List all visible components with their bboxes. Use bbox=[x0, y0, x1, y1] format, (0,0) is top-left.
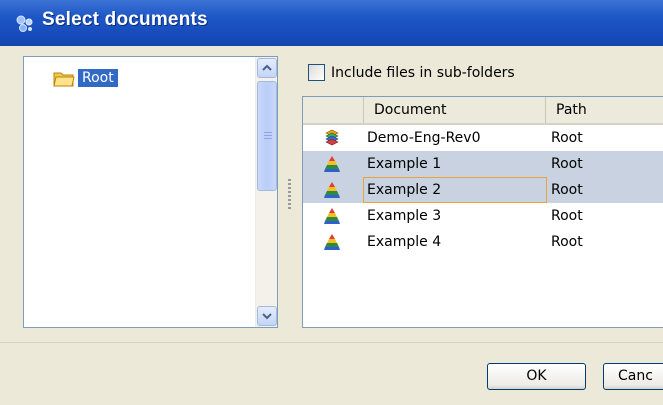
folder-tree[interactable]: Root bbox=[23, 56, 278, 328]
include-subfolders-label: Include files in sub-folders bbox=[331, 64, 515, 81]
table-row[interactable]: Example 4 Root bbox=[303, 229, 663, 255]
document-name: Example 3 bbox=[367, 208, 442, 224]
title-bar[interactable]: Select documents bbox=[0, 0, 663, 46]
grip-icon bbox=[264, 132, 272, 141]
tree-item-label: Root bbox=[78, 69, 118, 87]
table-row[interactable]: Demo-Eng-Rev0 Root bbox=[303, 125, 663, 151]
cancel-button[interactable]: Canc bbox=[603, 363, 663, 390]
table-row[interactable]: Example 1 Root bbox=[303, 151, 663, 177]
gear-cluster-icon bbox=[16, 15, 33, 32]
column-header-icon[interactable] bbox=[303, 97, 363, 123]
documents-table[interactable]: Document Path Demo-Eng-Rev0 Root Example… bbox=[302, 96, 663, 328]
panel-splitter[interactable] bbox=[288, 179, 291, 209]
window-title: Select documents bbox=[42, 9, 208, 30]
dialog-body: Root Include files in sub-folders Docume… bbox=[0, 46, 663, 405]
column-header-path[interactable]: Path bbox=[545, 97, 663, 123]
scroll-thumb[interactable] bbox=[257, 81, 277, 191]
document-path: Root bbox=[551, 130, 583, 146]
document-path: Root bbox=[551, 234, 583, 250]
document-name: Example 2 bbox=[367, 182, 442, 198]
document-path: Root bbox=[551, 156, 583, 172]
scroll-down-button[interactable] bbox=[257, 306, 277, 326]
document-path: Root bbox=[551, 182, 583, 198]
pyramid-document-icon bbox=[324, 156, 340, 172]
button-bar: OK Canc bbox=[0, 342, 663, 405]
scroll-up-button[interactable] bbox=[257, 58, 277, 78]
tree-scrollbar[interactable] bbox=[255, 57, 277, 327]
tree-item-root[interactable]: Root bbox=[53, 67, 118, 89]
ok-button[interactable]: OK bbox=[487, 363, 586, 390]
document-name: Demo-Eng-Rev0 bbox=[367, 130, 481, 146]
stack-document-icon bbox=[325, 129, 339, 146]
document-path: Root bbox=[551, 208, 583, 224]
chevron-up-icon bbox=[262, 64, 272, 71]
document-name: Example 1 bbox=[367, 156, 442, 172]
table-row[interactable]: Example 3 Root bbox=[303, 203, 663, 229]
folder-icon bbox=[53, 72, 75, 87]
pyramid-document-icon bbox=[324, 234, 340, 250]
table-row[interactable]: Example 2 Root bbox=[303, 177, 663, 203]
pyramid-document-icon bbox=[324, 182, 340, 198]
column-header-document[interactable]: Document bbox=[363, 97, 545, 123]
chevron-down-icon bbox=[262, 313, 272, 320]
include-subfolders-option[interactable]: Include files in sub-folders bbox=[308, 64, 515, 81]
document-name: Example 4 bbox=[367, 234, 442, 250]
pyramid-document-icon bbox=[324, 208, 340, 224]
table-header: Document Path bbox=[303, 97, 663, 125]
include-subfolders-checkbox[interactable] bbox=[308, 64, 325, 81]
